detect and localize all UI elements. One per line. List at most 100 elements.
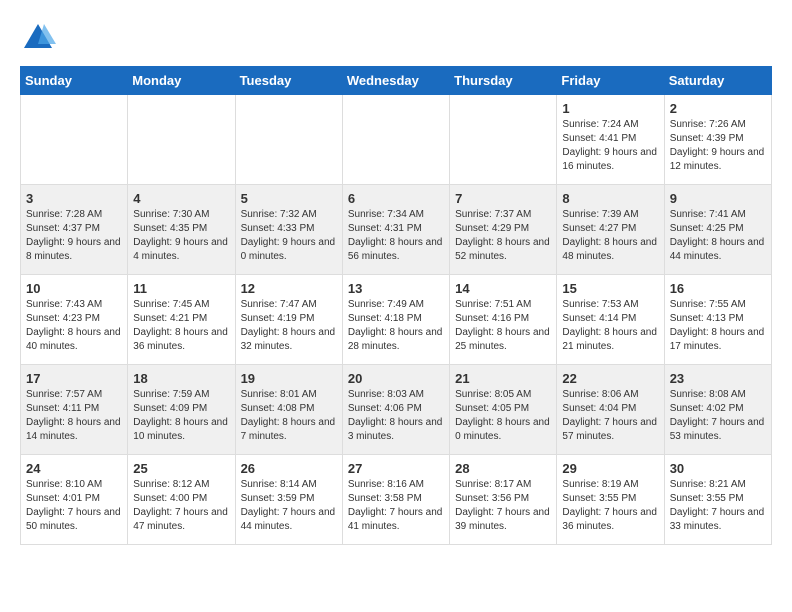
header-cell-saturday: Saturday [664, 67, 771, 95]
day-number: 10 [26, 281, 122, 296]
day-number: 22 [562, 371, 658, 386]
week-row-1: 1 Sunrise: 7:24 AM Sunset: 4:41 PM Daylig… [21, 95, 772, 185]
week-row-4: 17 Sunrise: 7:57 AM Sunset: 4:11 PM Dayli… [21, 365, 772, 455]
day-number: 16 [670, 281, 766, 296]
day-number: 25 [133, 461, 229, 476]
day-number: 9 [670, 191, 766, 206]
header-cell-friday: Friday [557, 67, 664, 95]
day-number: 26 [241, 461, 337, 476]
day-number: 23 [670, 371, 766, 386]
day-info: Sunrise: 8:12 AM Sunset: 4:00 PM Dayligh… [133, 478, 229, 534]
day-cell: 9 Sunrise: 7:41 AM Sunset: 4:25 PM Daylig… [664, 185, 771, 275]
day-info: Sunrise: 7:55 AM Sunset: 4:13 PM Dayligh… [670, 298, 766, 354]
day-info: Sunrise: 7:59 AM Sunset: 4:09 PM Dayligh… [133, 388, 229, 444]
day-info: Sunrise: 7:28 AM Sunset: 4:37 PM Dayligh… [26, 208, 122, 264]
day-number: 30 [670, 461, 766, 476]
day-info: Sunrise: 7:41 AM Sunset: 4:25 PM Dayligh… [670, 208, 766, 264]
day-number: 1 [562, 101, 658, 116]
day-cell [128, 95, 235, 185]
day-info: Sunrise: 7:26 AM Sunset: 4:39 PM Dayligh… [670, 118, 766, 174]
day-cell: 4Sunrise: 7:30 AM Sunset: 4:35 PM Daylig… [128, 185, 235, 275]
day-cell: 16 Sunrise: 7:55 AM Sunset: 4:13 PM Dayli… [664, 275, 771, 365]
day-info: Sunrise: 7:34 AM Sunset: 4:31 PM Dayligh… [348, 208, 444, 264]
week-row-2: 3 Sunrise: 7:28 AM Sunset: 4:37 PM Daylig… [21, 185, 772, 275]
day-number: 24 [26, 461, 122, 476]
day-info: Sunrise: 7:32 AM Sunset: 4:33 PM Dayligh… [241, 208, 337, 264]
day-cell: 19 Sunrise: 8:01 AM Sunset: 4:08 PM Dayli… [235, 365, 342, 455]
day-cell: 22 Sunrise: 8:06 AM Sunset: 4:04 PM Dayli… [557, 365, 664, 455]
day-number: 11 [133, 281, 229, 296]
day-info: Sunrise: 7:57 AM Sunset: 4:11 PM Dayligh… [26, 388, 122, 444]
day-cell: 20 Sunrise: 8:03 AM Sunset: 4:06 PM Dayli… [342, 365, 449, 455]
day-cell: 26 Sunrise: 8:14 AM Sunset: 3:59 PM Dayli… [235, 455, 342, 545]
header-cell-sunday: Sunday [21, 67, 128, 95]
header-cell-thursday: Thursday [450, 67, 557, 95]
day-number: 14 [455, 281, 551, 296]
day-cell: 21Sunrise: 8:05 AM Sunset: 4:05 PM Dayli… [450, 365, 557, 455]
day-number: 17 [26, 371, 122, 386]
day-number: 27 [348, 461, 444, 476]
day-cell: 27 Sunrise: 8:16 AM Sunset: 3:58 PM Dayli… [342, 455, 449, 545]
day-number: 19 [241, 371, 337, 386]
day-number: 3 [26, 191, 122, 206]
day-cell: 13 Sunrise: 7:49 AM Sunset: 4:18 PM Dayli… [342, 275, 449, 365]
day-cell: 15 Sunrise: 7:53 AM Sunset: 4:14 PM Dayli… [557, 275, 664, 365]
day-info: Sunrise: 7:24 AM Sunset: 4:41 PM Dayligh… [562, 118, 658, 174]
day-number: 20 [348, 371, 444, 386]
day-cell: 7 Sunrise: 7:37 AM Sunset: 4:29 PM Daylig… [450, 185, 557, 275]
day-info: Sunrise: 7:49 AM Sunset: 4:18 PM Dayligh… [348, 298, 444, 354]
day-info: Sunrise: 7:47 AM Sunset: 4:19 PM Dayligh… [241, 298, 337, 354]
day-cell: 14 Sunrise: 7:51 AM Sunset: 4:16 PM Dayli… [450, 275, 557, 365]
calendar-header: SundayMondayTuesdayWednesdayThursdayFrid… [21, 67, 772, 95]
day-cell: 3 Sunrise: 7:28 AM Sunset: 4:37 PM Daylig… [21, 185, 128, 275]
day-info: Sunrise: 8:21 AM Sunset: 3:55 PM Dayligh… [670, 478, 766, 534]
day-cell: 28 Sunrise: 8:17 AM Sunset: 3:56 PM Dayli… [450, 455, 557, 545]
day-number: 29 [562, 461, 658, 476]
day-cell: 10Sunrise: 7:43 AM Sunset: 4:23 PM Dayli… [21, 275, 128, 365]
day-number: 6 [348, 191, 444, 206]
day-number: 28 [455, 461, 551, 476]
day-cell: 12Sunrise: 7:47 AM Sunset: 4:19 PM Dayli… [235, 275, 342, 365]
day-cell: 30 Sunrise: 8:21 AM Sunset: 3:55 PM Dayli… [664, 455, 771, 545]
day-info: Sunrise: 8:06 AM Sunset: 4:04 PM Dayligh… [562, 388, 658, 444]
day-cell: 2 Sunrise: 7:26 AM Sunset: 4:39 PM Daylig… [664, 95, 771, 185]
day-number: 2 [670, 101, 766, 116]
day-cell: 1 Sunrise: 7:24 AM Sunset: 4:41 PM Daylig… [557, 95, 664, 185]
header-cell-wednesday: Wednesday [342, 67, 449, 95]
day-info: Sunrise: 7:39 AM Sunset: 4:27 PM Dayligh… [562, 208, 658, 264]
day-info: Sunrise: 8:10 AM Sunset: 4:01 PM Dayligh… [26, 478, 122, 534]
week-row-3: 10Sunrise: 7:43 AM Sunset: 4:23 PM Dayli… [21, 275, 772, 365]
week-row-5: 24 Sunrise: 8:10 AM Sunset: 4:01 PM Dayli… [21, 455, 772, 545]
day-number: 7 [455, 191, 551, 206]
day-cell: 8 Sunrise: 7:39 AM Sunset: 4:27 PM Daylig… [557, 185, 664, 275]
day-number: 15 [562, 281, 658, 296]
day-info: Sunrise: 7:53 AM Sunset: 4:14 PM Dayligh… [562, 298, 658, 354]
day-number: 8 [562, 191, 658, 206]
calendar-body: 1 Sunrise: 7:24 AM Sunset: 4:41 PM Daylig… [21, 95, 772, 545]
day-info: Sunrise: 8:01 AM Sunset: 4:08 PM Dayligh… [241, 388, 337, 444]
day-info: Sunrise: 8:17 AM Sunset: 3:56 PM Dayligh… [455, 478, 551, 534]
day-info: Sunrise: 7:51 AM Sunset: 4:16 PM Dayligh… [455, 298, 551, 354]
day-info: Sunrise: 8:19 AM Sunset: 3:55 PM Dayligh… [562, 478, 658, 534]
calendar-table: SundayMondayTuesdayWednesdayThursdayFrid… [20, 66, 772, 545]
day-info: Sunrise: 7:45 AM Sunset: 4:21 PM Dayligh… [133, 298, 229, 354]
day-cell: 11 Sunrise: 7:45 AM Sunset: 4:21 PM Dayli… [128, 275, 235, 365]
day-info: Sunrise: 8:14 AM Sunset: 3:59 PM Dayligh… [241, 478, 337, 534]
logo-icon [20, 20, 56, 56]
day-cell: 25 Sunrise: 8:12 AM Sunset: 4:00 PM Dayli… [128, 455, 235, 545]
day-info: Sunrise: 8:16 AM Sunset: 3:58 PM Dayligh… [348, 478, 444, 534]
day-cell [235, 95, 342, 185]
day-cell [21, 95, 128, 185]
day-cell [342, 95, 449, 185]
day-cell: 18Sunrise: 7:59 AM Sunset: 4:09 PM Dayli… [128, 365, 235, 455]
header-row: SundayMondayTuesdayWednesdayThursdayFrid… [21, 67, 772, 95]
day-number: 13 [348, 281, 444, 296]
day-cell: 6 Sunrise: 7:34 AM Sunset: 4:31 PM Daylig… [342, 185, 449, 275]
page-header [20, 20, 772, 56]
day-info: Sunrise: 7:37 AM Sunset: 4:29 PM Dayligh… [455, 208, 551, 264]
logo [20, 20, 62, 56]
header-cell-monday: Monday [128, 67, 235, 95]
day-cell [450, 95, 557, 185]
day-info: Sunrise: 8:03 AM Sunset: 4:06 PM Dayligh… [348, 388, 444, 444]
day-cell: 29 Sunrise: 8:19 AM Sunset: 3:55 PM Dayli… [557, 455, 664, 545]
